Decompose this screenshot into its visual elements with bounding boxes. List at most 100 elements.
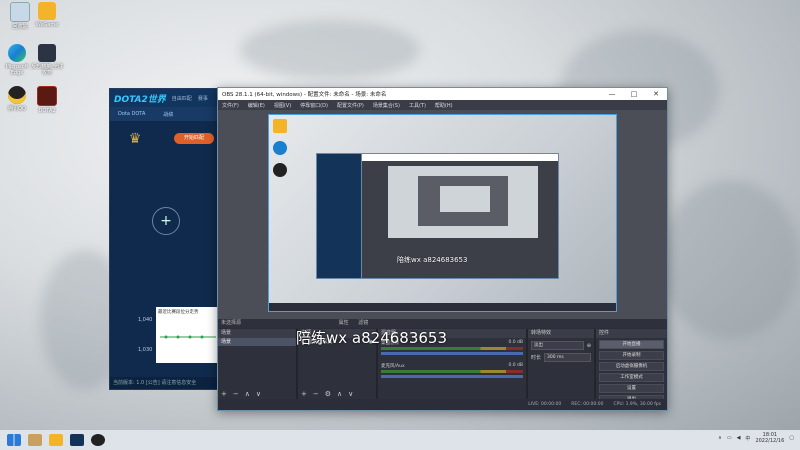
- menu-edit[interactable]: 编辑(E): [248, 102, 265, 109]
- rank-chart-title: 最近比赛段位分走势: [158, 310, 199, 315]
- volume-slider[interactable]: [381, 375, 523, 378]
- menu-scene-collection[interactable]: 场景集合(S): [373, 102, 400, 109]
- menu-help[interactable]: 帮助(H): [435, 102, 453, 109]
- add-icon[interactable]: +: [221, 390, 227, 398]
- desktop-icon-edge[interactable]: Microsoft Edge: [0, 44, 34, 76]
- input-language[interactable]: 中: [745, 435, 750, 442]
- gear-icon[interactable]: ⚙: [325, 390, 331, 398]
- maximize-icon[interactable]: □: [623, 90, 645, 98]
- game-client-window[interactable]: DOTA2世界 自由匹配 赛事 Dota DOTA 战绩 ♛ 开始匹配 + 最近…: [109, 88, 223, 390]
- obs-titlebar: OBS 28.1.1 (64-bit, windows) - 配置文件: 未命名…: [218, 88, 667, 100]
- game-client-taskbar-icon[interactable]: [70, 434, 84, 446]
- mixer-track-name: 麦克风/Aux: [381, 364, 405, 369]
- desktop-icon-label: Microsoft Edge: [5, 64, 29, 76]
- rank-chart-point: [164, 335, 168, 339]
- nested-desktop-icon: [273, 119, 287, 133]
- desktop-icon-csgo[interactable]: 反恐精英:全球攻势: [30, 44, 64, 76]
- add-icon[interactable]: +: [301, 390, 307, 398]
- desktop-icon-label: 反恐精英:全球攻势: [31, 64, 63, 76]
- move-down-icon[interactable]: ∨: [348, 390, 353, 398]
- remove-icon[interactable]: −: [313, 390, 319, 398]
- transitions-dock: 转场特效 淡出 ⊕ 时长 300 ms: [528, 329, 594, 399]
- mixer-track-db: 0.0 dB: [508, 363, 523, 368]
- mixer-track: 麦克风/Aux 0.0 dB: [381, 363, 523, 378]
- add-party-icon[interactable]: +: [152, 207, 180, 235]
- game-tab[interactable]: 赛事: [198, 95, 208, 102]
- wegame-taskbar-icon[interactable]: [49, 434, 63, 446]
- remove-icon[interactable]: −: [233, 390, 239, 398]
- network-icon[interactable]: ▭: [727, 435, 732, 441]
- desktop-icon-qq[interactable]: 腾讯QQ: [0, 86, 34, 112]
- controls-dock-header: 控件: [596, 329, 667, 338]
- csgo-taskbar-icon[interactable]: [28, 434, 42, 446]
- properties-button[interactable]: 属性: [339, 320, 349, 326]
- add-icon[interactable]: ⊕: [587, 343, 591, 349]
- sources-dock-toolbar: + − ⚙ ∧ ∨: [298, 389, 376, 399]
- menu-file[interactable]: 文件(F): [222, 102, 239, 109]
- obs-window-title: OBS 28.1.1 (64-bit, windows) - 配置文件: 未命名…: [222, 92, 387, 98]
- volume-slider[interactable]: [381, 352, 523, 355]
- menu-tools[interactable]: 工具(T): [409, 102, 426, 109]
- start-match-button[interactable]: 开始匹配: [174, 133, 214, 144]
- game-logo: DOTA2世界: [114, 94, 166, 105]
- obs-taskbar-icon[interactable]: [91, 434, 105, 446]
- system-tray: ∧ ▭ ◀ 中 18:01 2022/12/16 ▢: [718, 432, 794, 444]
- scenes-dock-toolbar: + − ∧ ∨: [218, 389, 296, 399]
- start-recording-button[interactable]: 开始录制: [599, 351, 664, 360]
- duration-input[interactable]: 300 ms: [544, 353, 591, 362]
- menu-profile[interactable]: 配置文件(P): [337, 102, 364, 109]
- game-header: DOTA2世界 自由匹配 赛事: [110, 89, 222, 107]
- csgo-icon: [38, 44, 56, 62]
- game-tab[interactable]: 自由匹配: [172, 95, 192, 102]
- clock-date: 2022/12/16: [755, 438, 785, 444]
- dota2-icon: [37, 86, 57, 106]
- notification-icon[interactable]: ▢: [789, 435, 794, 441]
- menu-view[interactable]: 视图(V): [274, 102, 291, 109]
- rank-emblem-icon: ♛: [128, 131, 142, 147]
- desktop-icon-label: WeGame: [35, 22, 59, 28]
- controls-dock: 控件 开始直播 开始录制 启动虚拟摄像机 工作室模式 设置 退出: [596, 329, 667, 404]
- context-bar-label: 未选择源: [221, 320, 242, 326]
- minimize-icon[interactable]: —: [601, 90, 623, 98]
- chevron-up-icon[interactable]: ∧: [718, 435, 722, 441]
- qq-icon: [8, 86, 26, 104]
- move-up-icon[interactable]: ∧: [337, 390, 342, 398]
- transition-type-select[interactable]: 淡出: [531, 341, 584, 350]
- game-subnav: Dota DOTA 战绩: [110, 107, 222, 121]
- start-icon[interactable]: [7, 434, 21, 446]
- game-footer: 当前版本: 1.0 [公告] 请注意信息安全: [110, 377, 222, 389]
- filters-button[interactable]: 滤镜: [358, 320, 368, 326]
- settings-button[interactable]: 设置: [599, 384, 664, 393]
- move-down-icon[interactable]: ∨: [256, 390, 261, 398]
- rank-chart-point: [200, 335, 204, 339]
- obs-preview[interactable]: 陪练wx a824683653: [218, 110, 667, 319]
- rank-chart-plot: [160, 335, 216, 339]
- studio-mode-button[interactable]: 工作室模式: [599, 373, 664, 382]
- rank-chart: 最近比赛段位分走势 1,040 1,030: [138, 307, 220, 363]
- menu-docks[interactable]: 停靠窗口(D): [300, 102, 328, 109]
- game-subtab[interactable]: Dota DOTA: [118, 111, 145, 117]
- start-virtual-camera-button[interactable]: 启动虚拟摄像机: [599, 362, 664, 371]
- obs-window[interactable]: OBS 28.1.1 (64-bit, windows) - 配置文件: 未命名…: [217, 87, 668, 411]
- watermark-text-nested: 陪练wx a824683653: [397, 256, 468, 264]
- nested-game-window: [316, 153, 364, 279]
- rec-timer: REC: 00:00:00: [571, 402, 604, 407]
- close-icon[interactable]: ✕: [645, 90, 667, 98]
- desktop-icon-label: 腾讯QQ: [8, 106, 26, 112]
- clock[interactable]: 18:01 2022/12/16: [755, 432, 784, 444]
- desktop-icon-wegame[interactable]: WeGame: [30, 2, 64, 28]
- game-subtab[interactable]: 战绩: [163, 111, 173, 118]
- watermark-text: 陪练wx a824683653: [296, 329, 447, 347]
- desktop-icon-dota2[interactable]: DOTA2: [30, 86, 64, 114]
- duration-label: 时长: [531, 355, 542, 361]
- scene-list-item[interactable]: 场景: [218, 338, 296, 346]
- volume-icon[interactable]: ◀: [737, 435, 741, 441]
- nested-desktop-icon: [273, 141, 287, 155]
- edge-icon: [8, 44, 26, 62]
- volume-meter: [381, 370, 523, 373]
- desktop-icon-label: DOTA2: [38, 108, 56, 114]
- start-streaming-button[interactable]: 开始直播: [599, 340, 664, 349]
- obs-status-bar: LIVE: 00:00:00 REC: 00:00:00 CPU: 1.9%, …: [218, 399, 667, 410]
- nested-taskbar: [269, 303, 616, 311]
- move-up-icon[interactable]: ∧: [245, 390, 250, 398]
